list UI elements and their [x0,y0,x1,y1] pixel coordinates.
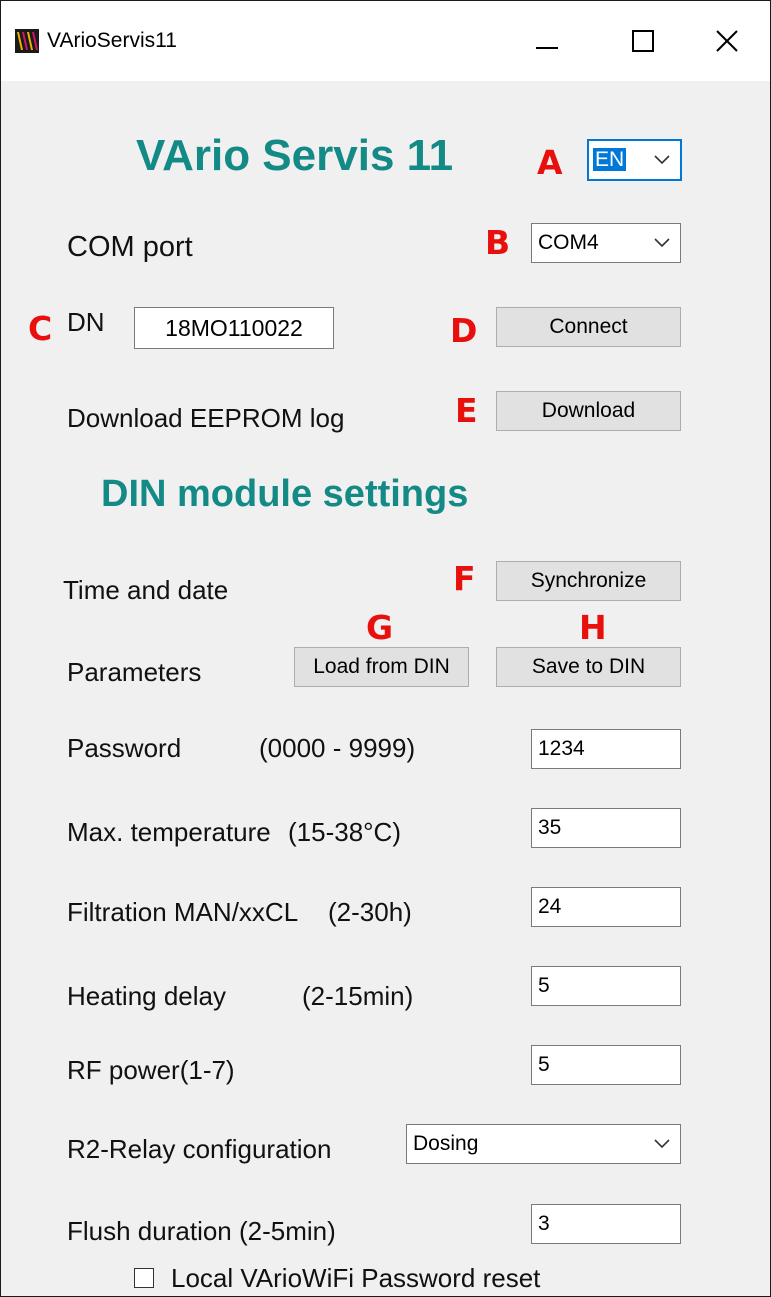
relay-config-select[interactable]: Dosing [406,1124,681,1164]
rf-power-label: RF power(1-7) [67,1055,235,1085]
dn-label: DN [67,307,105,337]
heating-delay-range: (2-15min) [302,981,414,1011]
com-port-select[interactable]: COM4 [531,223,681,263]
load-from-din-button[interactable]: Load from DIN [294,647,469,687]
app-window: VArioServis11 VArio Servis 11 A EN COM p… [0,0,771,1297]
com-port-label: COM port [67,231,193,263]
relay-config-value: Dosing [413,1132,479,1155]
password-range: (0000 - 9999) [259,733,416,763]
close-button[interactable] [698,15,756,67]
content-area: VArio Servis 11 A EN COM port B COM4 C D… [1,81,770,1296]
parameters-label: Parameters [67,657,202,687]
marker-f: F [453,559,476,598]
dn-input[interactable]: 18MO110022 [134,307,334,349]
password-input[interactable]: 1234 [531,729,681,769]
chevron-down-icon [654,155,670,165]
time-date-label: Time and date [63,575,229,605]
com-port-value: COM4 [538,231,599,254]
minimize-icon [536,47,558,49]
save-to-din-button[interactable]: Save to DIN [496,647,681,687]
filtration-input[interactable]: 24 [531,887,681,927]
wifi-reset-label[interactable]: Local VArioWiFi Password reset [171,1263,540,1294]
download-button[interactable]: Download [496,391,681,431]
filtration-range: (2-30h) [328,897,412,927]
chevron-down-icon [654,238,670,248]
chevron-down-icon [654,1139,670,1149]
maximize-button[interactable] [614,15,672,67]
marker-h: H [579,608,607,647]
max-temperature-input[interactable]: 35 [531,808,681,848]
maximize-icon [632,30,654,52]
marker-a: A [537,143,563,182]
marker-e: E [455,391,478,430]
title-bar: VArioServis11 [1,1,770,81]
marker-d: D [450,311,478,350]
synchronize-button[interactable]: Synchronize [496,561,681,601]
relay-config-label: R2-Relay configuration [67,1134,332,1164]
password-label: Password [67,733,182,763]
language-select[interactable]: EN [587,139,682,181]
heating-delay-label: Heating delay [67,981,226,1011]
filtration-label: Filtration MAN/xxCL [67,897,299,927]
marker-g: G [366,608,394,647]
app-logo-icon [15,29,39,53]
eeprom-label: Download EEPROM log [67,403,345,433]
window-title: VArioServis11 [47,29,177,52]
flush-duration-input[interactable]: 3 [531,1204,681,1244]
din-heading: DIN module settings [101,473,469,515]
max-temperature-label: Max. temperature [67,817,271,847]
language-value: EN [593,148,627,171]
flush-duration-label: Flush duration (2-5min) [67,1216,336,1246]
heating-delay-input[interactable]: 5 [531,966,681,1006]
max-temperature-range: (15-38°C) [288,817,401,847]
connect-button[interactable]: Connect [496,307,681,347]
marker-c: C [28,309,53,348]
rf-power-input[interactable]: 5 [531,1045,681,1085]
app-heading: VArio Servis 11 [136,131,454,180]
close-icon [716,30,738,52]
marker-b: B [485,223,511,262]
wifi-reset-checkbox[interactable] [134,1268,154,1288]
minimize-button[interactable] [518,15,576,67]
